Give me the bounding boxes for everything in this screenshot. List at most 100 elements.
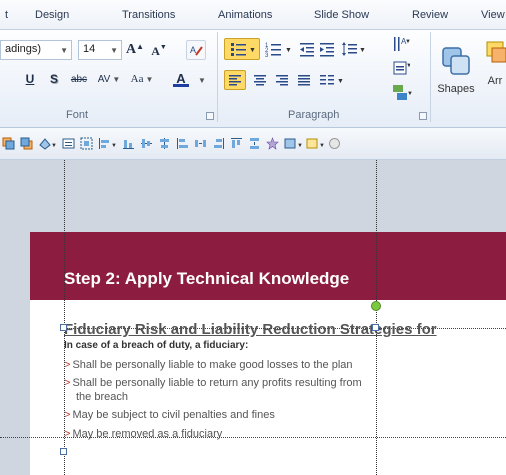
columns-button[interactable]: ▼ <box>318 70 348 90</box>
convert-smartart-button[interactable]: ▼ <box>390 82 414 104</box>
tab-slide-show[interactable]: Slide Show <box>314 9 369 21</box>
resize-handle[interactable] <box>60 324 67 331</box>
send-backward-icon[interactable] <box>20 137 33 150</box>
rotation-handle[interactable] <box>371 301 381 311</box>
shapes-button[interactable]: Shapes <box>436 36 476 102</box>
chevron-down-icon[interactable]: ▼ <box>110 46 118 55</box>
decrease-indent-button[interactable] <box>298 39 316 59</box>
text-shadow-button[interactable]: S <box>46 70 62 88</box>
star-shape-icon[interactable] <box>266 137 279 150</box>
ribbon: adings) ▼ 14 ▼ A ▲ A ▼ A U S abc AV ▼ Aa ▼ A… <box>0 30 506 128</box>
svg-text:▼: ▼ <box>406 63 410 69</box>
paragraph-dialog-launcher[interactable] <box>419 112 427 120</box>
shrink-font-button[interactable]: A ▼ <box>150 42 168 60</box>
align-objects-icon[interactable]: ▼ <box>98 137 118 150</box>
slide[interactable]: Step 2: Apply Technical Knowledge Fiduci… <box>30 232 506 475</box>
vertical-guide[interactable] <box>376 160 377 475</box>
tab-animations[interactable]: Animations <box>218 9 272 21</box>
svg-text:▼: ▼ <box>359 47 366 54</box>
font-dialog-launcher[interactable] <box>206 112 214 120</box>
align-text-button[interactable]: ▼ <box>390 58 412 78</box>
bring-forward-icon[interactable] <box>2 137 15 150</box>
align-top-icon[interactable] <box>230 137 243 150</box>
align-right-objects-icon[interactable] <box>212 137 225 150</box>
font-name-value: adings) <box>5 43 42 55</box>
quick-styles-icon[interactable]: ▼ <box>284 137 304 150</box>
grow-font-button[interactable]: A ▲ <box>126 40 144 60</box>
increase-indent-button[interactable] <box>318 39 336 59</box>
align-left-icon <box>229 75 241 86</box>
shape-outline-icon[interactable]: ▼ <box>306 137 326 150</box>
bullet-item[interactable]: > May be subject to civil penalties and f… <box>64 409 275 421</box>
align-right-button[interactable] <box>272 70 292 90</box>
align-middle-icon[interactable] <box>140 137 153 150</box>
character-spacing-button[interactable]: AV ▼ <box>96 70 122 88</box>
text-box-icon[interactable] <box>62 137 75 150</box>
align-right-icon <box>276 75 288 86</box>
svg-text:▼: ▼ <box>407 91 413 97</box>
caret-up-icon: ▲ <box>136 41 145 51</box>
font-size-box[interactable]: 14 ▼ <box>78 40 122 60</box>
svg-text:▼: ▼ <box>285 47 292 54</box>
svg-text:▼: ▼ <box>111 143 117 149</box>
resize-handle[interactable] <box>372 324 379 331</box>
bullet-continuation[interactable]: the breach <box>76 391 128 403</box>
resize-handle[interactable] <box>60 448 67 455</box>
tab-transitions[interactable]: Transitions <box>122 9 175 21</box>
group-objects-icon[interactable] <box>80 137 93 150</box>
center-button[interactable] <box>250 70 270 90</box>
bullets-button[interactable]: ▼ <box>224 38 260 60</box>
vertical-guide[interactable] <box>64 160 65 475</box>
columns-icon: ▼ <box>320 75 344 85</box>
svg-text:▼: ▼ <box>297 143 303 149</box>
paragraph-group-label: Paragraph <box>288 109 340 121</box>
strikethrough-button[interactable]: abc <box>68 70 90 88</box>
svg-text:▼: ▼ <box>249 47 255 54</box>
line-spacing-icon: ▼ <box>342 42 366 56</box>
tab-file-partial[interactable]: t <box>5 9 8 21</box>
text-direction-icon: A▼ <box>394 37 410 51</box>
bullet-item[interactable]: > Shall be personally liable to return an… <box>64 377 362 389</box>
horizontal-guide[interactable] <box>0 437 506 438</box>
decrease-indent-icon <box>300 43 314 57</box>
align-left-button[interactable] <box>224 70 246 90</box>
svg-text:▼: ▼ <box>319 143 325 149</box>
drawing-toolbar: ▼ ▼ ▼ ▼ <box>0 128 506 160</box>
justify-button[interactable] <box>294 70 314 90</box>
text-direction-button[interactable]: A ▼ <box>390 34 412 54</box>
tab-design[interactable]: Design <box>35 9 69 21</box>
ribbon-tab-bar: t Design Transitions Animations Slide Sh… <box>0 0 506 30</box>
center-icon <box>254 75 266 86</box>
chevron-down-icon[interactable]: ▼ <box>60 46 68 55</box>
chevron-down-icon[interactable]: ▼ <box>198 76 206 85</box>
selection-border <box>64 328 506 329</box>
tab-view[interactable]: View <box>481 9 505 21</box>
shape-fill-icon[interactable]: ▼ <box>38 137 58 150</box>
line-spacing-button[interactable]: ▼ <box>340 39 368 59</box>
slide-subtitle[interactable]: Fiduciary Risk and Liability Reduction S… <box>64 321 437 338</box>
svg-text:▼: ▼ <box>51 143 57 149</box>
align-center-icon[interactable] <box>176 137 189 150</box>
font-name-box[interactable]: adings) ▼ <box>0 40 72 60</box>
oval-shape-icon[interactable] <box>328 137 341 150</box>
bullet-item[interactable]: > Shall be personally liable to make good… <box>64 359 353 371</box>
font-color-button[interactable]: A <box>166 68 196 90</box>
align-bottom-icon[interactable] <box>122 137 135 150</box>
slide-title[interactable]: Step 2: Apply Technical Knowledge <box>64 269 349 289</box>
group-separator <box>430 32 431 122</box>
arrange-button[interactable]: Arr <box>484 36 506 102</box>
change-case-button[interactable]: Aa ▼ <box>128 70 156 88</box>
case-line[interactable]: In case of a breach of duty, a fiduciary… <box>64 340 248 351</box>
distribute-horizontal-icon[interactable] <box>194 137 207 150</box>
distribute-vertical-icon[interactable] <box>248 137 261 150</box>
svg-text:3: 3 <box>265 53 269 57</box>
font-color-swatch <box>173 84 189 87</box>
tab-review[interactable]: Review <box>412 9 448 21</box>
font-group-label: Font <box>66 109 89 121</box>
bullet-item[interactable]: > May be removed as a fiduciary <box>64 428 222 440</box>
underline-button[interactable]: U <box>22 70 38 88</box>
slide-canvas: Step 2: Apply Technical Knowledge Fiduci… <box>0 160 506 475</box>
clear-format-button[interactable]: A <box>186 40 206 60</box>
numbering-button[interactable]: 1 2 3 ▼ <box>264 39 294 59</box>
distribute-icon[interactable] <box>158 137 171 150</box>
